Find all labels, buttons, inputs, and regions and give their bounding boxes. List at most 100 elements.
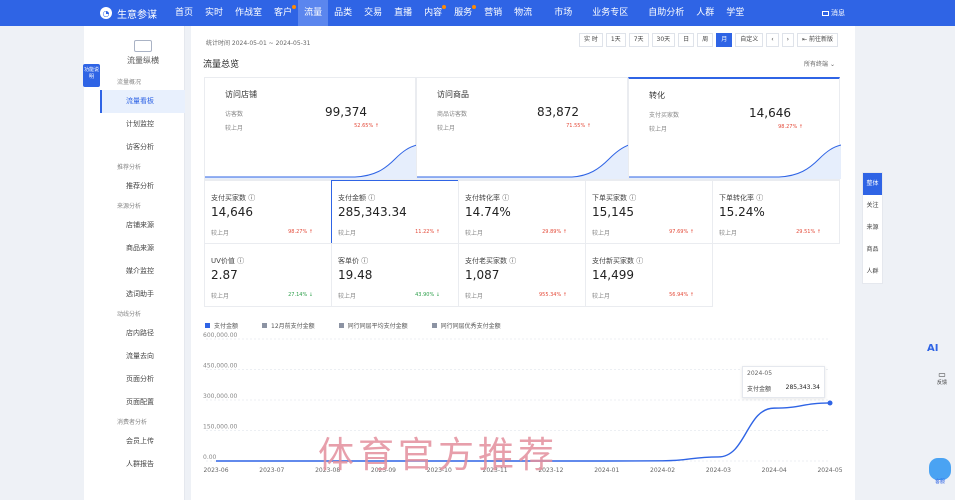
kpi-pct: 56.94% ↑ [669,292,694,298]
nav-item[interactable]: 业务专区 [586,0,634,26]
sidebar-item[interactable]: 店铺来源 [100,214,185,237]
feedback-button[interactable]: ▭ 反馈 [934,370,950,386]
sidebar-item[interactable]: 选词助手 [100,283,185,306]
big-card-product[interactable]: 访问商品 商品访客数 83,872 较上月 71.55% ↑ [416,77,629,180]
big-card-label: 商品访客数 [437,111,468,118]
info-icon: ⓘ [636,257,644,265]
kpi-title: 下单买家数 ⓘ [592,194,637,202]
sidebar-item[interactable]: 流量看板 [100,90,185,113]
nav-item[interactable]: 流量 [298,0,329,26]
sidebar-group-label: 流量概况 [117,79,142,86]
kpi-pct: 955.34% ↑ [538,292,567,298]
chevron-right-icon[interactable]: › [781,33,795,47]
sidebar-item[interactable]: 推荐分析 [100,175,185,198]
sidebar-group-label: 来源分析 [117,203,142,210]
nav-item[interactable]: 实时 [199,0,229,26]
sidebar-item[interactable]: 访客分析 [100,136,185,159]
envelope-icon [822,10,829,16]
kpi-title: 支付转化率 ⓘ [465,194,510,202]
nav-item[interactable]: 交易 [358,0,388,26]
kpi-card[interactable]: 支付新买家数 ⓘ 14,499 较上月 56.94% ↑ [585,243,713,307]
kpi-pct: 29.51% ↑ [796,229,821,235]
nav-item[interactable]: 首页 [169,0,199,26]
kpi-card[interactable]: 下单买家数 ⓘ 15,145 较上月 97.69% ↑ [585,180,713,244]
right-tab[interactable]: 人群 [863,261,882,283]
right-tab[interactable]: 来源 [863,217,882,239]
tooltip-date: 2024-05 [747,370,773,377]
kpi-card[interactable]: 支付买家数 ⓘ 14,646 较上月 98.27% ↑ [204,180,332,244]
right-tab[interactable]: 整体 [863,173,882,195]
kpi-card[interactable]: UV价值 ⓘ 2.87 较上月 27.14% ↓ [204,243,332,307]
kpi-card[interactable]: 支付老买家数 ⓘ 1,087 较上月 955.34% ↑ [458,243,586,307]
period-button[interactable]: 日 [678,33,695,47]
arrow-up-icon: ↑ [308,229,313,235]
kpi-card[interactable]: 下单转化率 ⓘ 15.24% 较上月 29.51% ↑ [712,180,840,244]
right-tab[interactable]: 关注 [863,195,882,217]
sidebar-item[interactable]: 店内路径 [100,322,185,345]
brand[interactable]: ◔ 生意参谋 [100,6,157,21]
data-point[interactable] [827,400,833,406]
right-tab[interactable]: 商品 [863,239,882,261]
legend-item[interactable]: 支付金额 [205,321,250,330]
legend-swatch [205,323,210,328]
kpi-title: UV价值 ⓘ [211,257,245,265]
terminal-select[interactable]: 所有终端 ⌄ [804,59,835,68]
arrow-down-icon: ↓ [308,292,313,298]
legend-item[interactable]: 12月前支付金额 [262,321,327,330]
nav-item[interactable]: 市场 [548,0,578,26]
sparkline [629,144,841,179]
x-tick-label: 2024-02 [650,467,675,474]
badge-dot [442,5,447,9]
sidebar-item[interactable]: 商品来源 [100,237,185,260]
nav-item[interactable]: 营销 [478,0,508,26]
nav-item[interactable]: 客户 [268,0,298,26]
old-version-button[interactable]: ⇤ 前往新版 [797,33,838,47]
sidebar-menu: 流量概况 流量看板 计划监控 访客分析 推荐分析 推荐分析 来源分析 店铺来源 商品来源 媒介监控… [100,74,185,476]
feature-help-flag[interactable]: 功能说明 [83,64,100,87]
period-button[interactable]: 7天 [628,33,649,47]
period-text: 统计时间 2024-05-01 ~ 2024-05-31 [206,40,311,47]
period-button[interactable]: 实 时 [578,33,603,47]
period-button[interactable]: 自定义 [735,33,764,47]
helper-button[interactable]: 客服 [929,458,951,486]
sidebar-item[interactable]: 流量去向 [100,345,185,368]
kpi-compare: 较上月 [592,230,611,237]
info-icon: ⓘ [237,257,245,265]
nav-item[interactable]: 自助分析 [642,0,690,26]
nav-item[interactable]: 直播 [388,0,418,26]
sidebar-item[interactable]: 人群报告 [100,453,185,476]
kpi-compare: 较上月 [211,230,230,237]
kpi-value: 14,499 [592,268,634,282]
messages-link[interactable]: 消息 [822,8,845,18]
kpi-card[interactable]: 支付金额 ⓘ 285,343.34 较上月 11.22% ↑ [331,180,459,244]
kpi-card[interactable]: 支付转化率 ⓘ 14.74% 较上月 29.89% ↑ [458,180,586,244]
nav-item[interactable]: 人群 [690,0,720,26]
sidebar-item[interactable]: 页面配置 [100,391,185,414]
period-button[interactable]: 月 [716,33,733,47]
period-button[interactable]: 30天 [651,33,676,47]
nav-item[interactable]: 学堂 [720,0,750,26]
y-tick-label: 300,000.00 [203,393,238,400]
chevron-left-icon[interactable]: ‹ [766,33,779,47]
nav-item[interactable]: 服务 [448,0,478,26]
period-button[interactable]: 周 [697,33,714,47]
kpi-pct: 43.90% ↓ [415,292,440,298]
nav-item[interactable]: 品类 [328,0,358,26]
big-card-store[interactable]: 访问店铺 访客数 99,374 较上月 52.65% ↑ [204,77,417,180]
legend-item[interactable]: 同行同层平均支付金额 [338,321,420,330]
tooltip-label: 支付金额 [747,386,772,393]
nav-item[interactable]: 内容 [418,0,448,26]
brand-name: 生意参谋 [117,9,157,21]
sidebar-item[interactable]: 计划监控 [100,113,185,136]
sidebar-item[interactable]: 会员上传 [100,430,185,453]
period-button[interactable]: 1天 [605,33,626,47]
legend-item[interactable]: 同行同层优秀支付金额 [431,321,513,330]
nav-item[interactable]: 物流 [508,0,538,26]
big-card-title: 转化 [649,91,665,100]
sidebar-item[interactable]: 媒介监控 [100,260,185,283]
nav-item[interactable]: 作战室 [229,0,268,26]
sidebar-item[interactable]: 页面分析 [100,368,185,391]
ai-assistant-icon[interactable]: AI [927,343,938,354]
big-card-conversion[interactable]: 转化 支付买家数 14,646 较上月 98.27% ↑ [628,77,841,180]
kpi-card[interactable]: 客单价 ⓘ 19.48 较上月 43.90% ↓ [331,243,459,307]
